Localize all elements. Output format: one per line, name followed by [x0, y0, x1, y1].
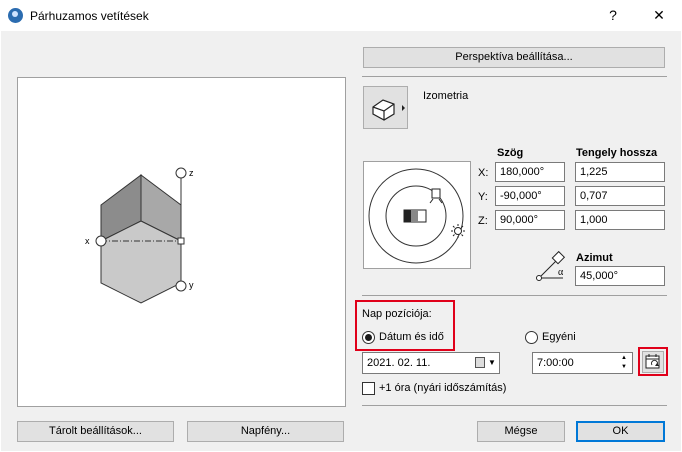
- y-angle-field[interactable]: -90,000°: [495, 186, 565, 206]
- dst-checkbox-label[interactable]: +1 óra (nyári időszámítás): [379, 382, 506, 394]
- sunlight-button[interactable]: Napfény...: [187, 421, 344, 442]
- projection-type-picker[interactable]: [363, 86, 408, 129]
- ok-button[interactable]: OK: [576, 421, 665, 442]
- axis-label-y: y: [189, 280, 194, 290]
- dst-checkbox[interactable]: [362, 382, 375, 395]
- projection-name: Izometria: [423, 90, 469, 102]
- separator-top: [362, 76, 667, 77]
- sun-icon: [451, 224, 465, 238]
- x-axis-handle[interactable]: [95, 235, 107, 247]
- help-button[interactable]: ?: [596, 0, 630, 31]
- sun-position-diagram[interactable]: [363, 161, 471, 269]
- calendar-refresh-icon: [645, 354, 660, 369]
- time-field[interactable]: 7:00:00 ▲ ▼: [532, 352, 633, 374]
- projection-preview: z x y: [17, 77, 346, 407]
- separator-middle: [362, 295, 667, 296]
- date-picker-field[interactable]: 2021. 02. 11. ▼: [362, 352, 500, 374]
- axis-label-z: z: [189, 168, 194, 178]
- origin-handle[interactable]: [177, 237, 185, 245]
- sun-position-label: Nap pozíciója:: [362, 308, 432, 320]
- azimuth-field[interactable]: 45,000°: [575, 266, 665, 286]
- separator-bottom: [362, 405, 667, 406]
- y-axis-length-field[interactable]: 0,707: [575, 186, 665, 206]
- calendar-sync-button[interactable]: [642, 351, 664, 373]
- x-angle-field[interactable]: 180,000°: [495, 162, 565, 182]
- time-spin-down-icon[interactable]: ▼: [621, 363, 627, 372]
- time-spin-up-icon[interactable]: ▲: [621, 354, 627, 363]
- radio-custom-label[interactable]: Egyéni: [542, 331, 576, 343]
- time-value: 7:00:00: [537, 357, 574, 369]
- z-axis-length-field[interactable]: 1,000: [575, 210, 665, 230]
- axis-length-column-header: Tengely hossza: [576, 147, 658, 159]
- y-row-label: Y:: [478, 191, 488, 203]
- close-button[interactable]: ✕: [642, 0, 676, 31]
- cancel-button[interactable]: Mégse: [477, 421, 565, 442]
- radio-date-time-label[interactable]: Dátum és idő: [379, 331, 444, 343]
- app-icon: [8, 8, 23, 23]
- z-axis-handle[interactable]: [175, 167, 187, 179]
- z-angle-field[interactable]: 90,000°: [495, 210, 565, 230]
- preview-drawing: z x y: [85, 167, 194, 304]
- z-row-label: Z:: [478, 215, 488, 227]
- date-value: 2021. 02. 11.: [367, 357, 431, 369]
- x-row-label: X:: [478, 167, 489, 179]
- radio-date-time[interactable]: [362, 331, 375, 344]
- house-icon: [372, 99, 405, 121]
- title-bar: Párhuzamos vetítések ? ✕: [0, 0, 682, 31]
- alpha-symbol: α: [558, 267, 564, 278]
- camera-icon: [429, 188, 443, 204]
- azimuth-icon: α: [533, 250, 569, 284]
- calendar-small-icon: [475, 357, 485, 368]
- axis-label-x: x: [85, 236, 90, 246]
- chevron-down-icon[interactable]: ▼: [488, 353, 496, 373]
- x-axis-length-field[interactable]: 1,225: [575, 162, 665, 182]
- radio-custom[interactable]: [525, 331, 538, 344]
- stored-settings-button[interactable]: Tárolt beállítások...: [17, 421, 174, 442]
- perspective-settings-button[interactable]: Perspektíva beállítása...: [363, 47, 665, 68]
- azimuth-label: Azimut: [576, 252, 613, 264]
- window-title: Párhuzamos vetítések: [30, 9, 149, 23]
- y-axis-handle[interactable]: [175, 280, 187, 292]
- angle-column-header: Szög: [497, 147, 524, 159]
